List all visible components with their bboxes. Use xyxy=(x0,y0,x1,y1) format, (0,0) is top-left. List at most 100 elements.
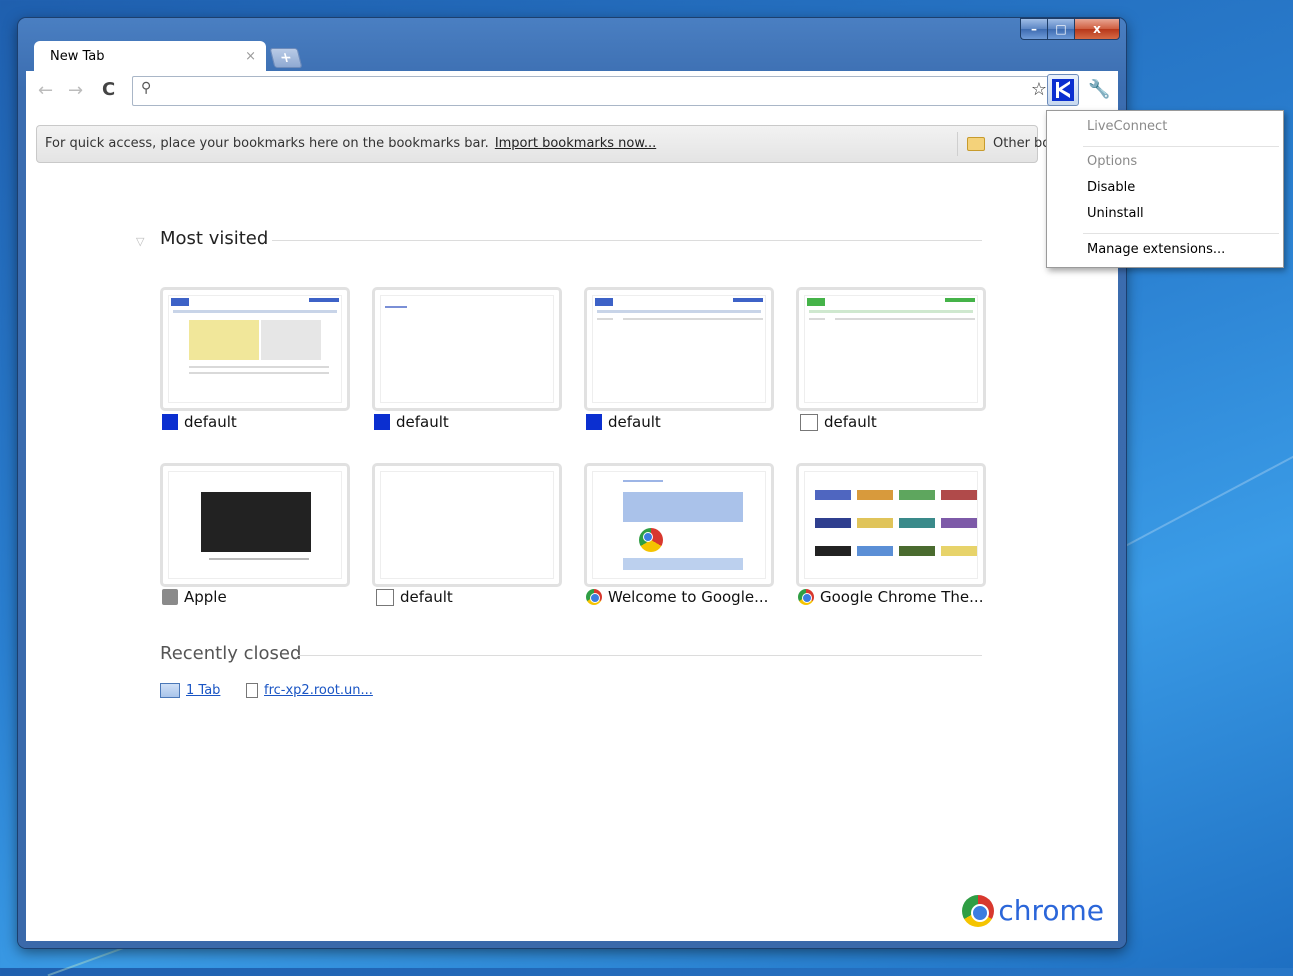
search-icon: ⚲ xyxy=(141,80,152,96)
tab-icon xyxy=(160,683,180,698)
recent-item-label: 1 Tab xyxy=(186,683,221,698)
menu-item-manage-extensions[interactable]: Manage extensions... xyxy=(1087,242,1225,257)
thumb-decor xyxy=(899,546,935,556)
thumb-decor xyxy=(815,490,851,500)
most-visited-tile[interactable] xyxy=(584,463,774,587)
tile-label[interactable]: Welcome to Google... xyxy=(586,588,768,606)
thumb-decor xyxy=(189,372,329,374)
maximize-button[interactable]: □ xyxy=(1047,18,1074,40)
thumb-decor xyxy=(941,546,977,556)
extension-context-menu: LiveConnect Options Disable Uninstall Ma… xyxy=(1046,110,1284,268)
tile-label-text: Google Chrome The... xyxy=(820,588,984,606)
k-icon xyxy=(162,414,178,430)
forward-arrow-icon[interactable]: → xyxy=(68,80,83,101)
most-visited-title: Most visited xyxy=(160,228,269,249)
most-visited-tile[interactable] xyxy=(584,287,774,411)
tile-thumbnail xyxy=(592,471,766,579)
tile-label[interactable]: Google Chrome The... xyxy=(798,588,983,606)
toolbar: ← → C ⚲ ☆ 🔧 xyxy=(26,71,1118,111)
most-visited-tile[interactable] xyxy=(160,463,350,587)
tile-thumbnail xyxy=(804,471,978,579)
bookmarks-separator xyxy=(957,132,958,156)
thumb-decor xyxy=(623,492,743,522)
collapse-chevron-icon[interactable]: ▽ xyxy=(136,235,144,248)
recently-closed-item[interactable]: frc-xp2.root.un... xyxy=(246,683,373,698)
thumb-decor xyxy=(385,306,407,308)
tile-label-text: default xyxy=(184,413,237,431)
wrench-icon[interactable]: 🔧 xyxy=(1088,79,1110,100)
thumb-decor xyxy=(623,318,763,320)
tab-new-tab[interactable]: New Tab × xyxy=(34,41,266,71)
thumb-decor xyxy=(857,490,893,500)
thumb-decor xyxy=(209,558,309,560)
tab-close-icon[interactable]: × xyxy=(245,49,256,64)
page-icon xyxy=(376,588,394,606)
thumb-decor xyxy=(857,546,893,556)
star-icon[interactable]: ☆ xyxy=(1031,79,1047,100)
most-visited-tile[interactable] xyxy=(796,287,986,411)
thumb-decor xyxy=(189,320,259,360)
bookmarks-bar-message: For quick access, place your bookmarks h… xyxy=(45,136,656,151)
chrome-icon xyxy=(639,528,663,552)
tile-label[interactable]: default xyxy=(374,413,449,431)
tile-thumbnail xyxy=(380,471,554,579)
recent-item-label: frc-xp2.root.un... xyxy=(264,683,373,698)
chrome-icon xyxy=(798,589,814,605)
tile-label-text: default xyxy=(824,413,877,431)
thumb-decor xyxy=(733,298,763,302)
import-bookmarks-link[interactable]: Import bookmarks now... xyxy=(495,136,656,151)
most-visited-tile[interactable] xyxy=(372,463,562,587)
recently-closed-item[interactable]: 1 Tab xyxy=(160,683,220,698)
most-visited-tile[interactable] xyxy=(160,287,350,411)
bookmarks-bar: For quick access, place your bookmarks h… xyxy=(36,125,1050,163)
thumb-decor xyxy=(597,310,761,313)
most-visited-tile[interactable] xyxy=(796,463,986,587)
menu-item-disable[interactable]: Disable xyxy=(1087,180,1135,195)
k-icon xyxy=(1052,79,1074,101)
most-visited-tile[interactable] xyxy=(372,287,562,411)
omnibox-input[interactable]: ⚲ ☆ xyxy=(132,76,1054,106)
minimize-button[interactable]: – xyxy=(1020,18,1047,40)
tile-label[interactable]: default xyxy=(376,588,453,606)
tile-label[interactable]: default xyxy=(162,413,237,431)
chrome-icon xyxy=(586,589,602,605)
thumb-decor xyxy=(623,558,743,570)
reload-icon[interactable]: C xyxy=(102,79,115,100)
tile-label[interactable]: Apple xyxy=(162,588,227,606)
thumb-decor xyxy=(261,320,321,360)
liveconnect-extension-button[interactable] xyxy=(1047,74,1079,106)
thumb-decor xyxy=(171,298,189,306)
page-icon xyxy=(246,683,258,698)
close-window-button[interactable]: x xyxy=(1074,18,1120,40)
browser-window: – □ x New Tab × + ← → C ⚲ ☆ 🔧 For quick … xyxy=(18,18,1126,948)
thumb-decor xyxy=(623,480,663,482)
thumb-decor xyxy=(815,518,851,528)
plus-icon: + xyxy=(278,50,294,66)
folder-icon xyxy=(967,137,985,151)
bookmarks-message-text: For quick access, place your bookmarks h… xyxy=(45,136,489,151)
page-icon xyxy=(800,413,818,431)
thumb-decor xyxy=(941,490,977,500)
thumb-decor xyxy=(835,318,975,320)
tile-thumbnail xyxy=(380,295,554,403)
thumb-decor xyxy=(899,490,935,500)
chrome-logo: chrome xyxy=(962,894,1104,927)
caption-buttons: – □ x xyxy=(1020,18,1120,40)
thumb-decor xyxy=(807,298,825,306)
back-arrow-icon[interactable]: ← xyxy=(38,80,53,101)
menu-separator xyxy=(1083,233,1279,234)
menu-item-options[interactable]: Options xyxy=(1087,154,1137,169)
chrome-wordmark: chrome xyxy=(998,894,1104,927)
tile-label[interactable]: default xyxy=(586,413,661,431)
thumb-decor xyxy=(857,518,893,528)
tile-label[interactable]: default xyxy=(800,413,877,431)
other-bookmarks-button[interactable]: Other bo xyxy=(993,136,1050,151)
menu-item-uninstall[interactable]: Uninstall xyxy=(1087,206,1144,221)
tile-label-text: Apple xyxy=(184,588,227,606)
section-divider xyxy=(298,655,982,656)
new-tab-button[interactable]: + xyxy=(269,48,303,68)
menu-separator xyxy=(1083,146,1279,147)
apple-icon xyxy=(162,589,178,605)
section-divider xyxy=(272,240,982,241)
tile-label-text: default xyxy=(608,413,661,431)
